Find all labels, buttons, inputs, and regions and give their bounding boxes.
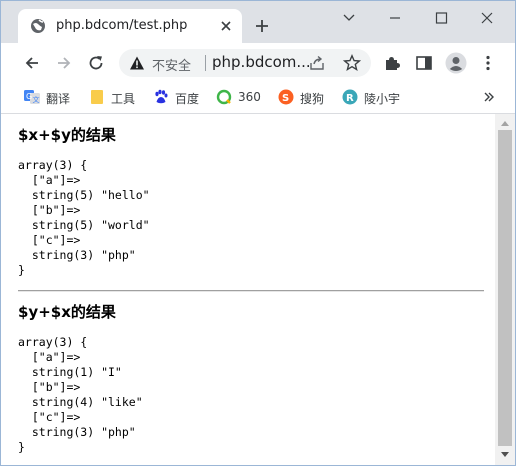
scrollbar-thumb[interactable] bbox=[498, 130, 512, 446]
var-dump-output: array(3) { ["a"]=> string(1) "I" ["b"]=>… bbox=[18, 335, 143, 454]
svg-text:文: 文 bbox=[33, 95, 40, 104]
tab-active[interactable]: php.bdcom/test.php bbox=[18, 9, 242, 43]
omnibox-divider bbox=[205, 55, 206, 71]
scroll-up-arrow-icon[interactable] bbox=[500, 119, 510, 127]
chevron-down-icon[interactable] bbox=[339, 9, 359, 27]
section-heading: $y+$x的结果 bbox=[18, 303, 116, 321]
bookmark-label: 百度 bbox=[175, 92, 200, 106]
bookmark-label: 翻译 bbox=[46, 92, 71, 106]
svg-text:G: G bbox=[26, 92, 32, 101]
baidu-paw-icon bbox=[155, 89, 168, 104]
back-arrow-icon[interactable] bbox=[23, 54, 41, 72]
360-icon bbox=[216, 89, 232, 105]
toolbar: 不安全 php.bdcom... bbox=[1, 43, 515, 83]
forward-arrow-icon[interactable] bbox=[55, 54, 73, 72]
bookmark-label: 陵小宇 bbox=[364, 92, 401, 106]
puzzle-icon[interactable] bbox=[383, 54, 401, 72]
plus-icon[interactable] bbox=[253, 17, 271, 35]
site-icon: R bbox=[342, 89, 358, 105]
tab-strip: php.bdcom/test.php bbox=[1, 1, 515, 43]
var-dump-output: array(3) { ["a"]=> string(5) "hello" ["b… bbox=[18, 158, 150, 277]
share-icon[interactable] bbox=[309, 55, 325, 71]
vertical-scrollbar[interactable] bbox=[495, 114, 515, 465]
close-icon[interactable] bbox=[218, 18, 234, 34]
chevron-double-right-icon[interactable] bbox=[483, 89, 495, 105]
bookmark-folder-tools[interactable]: 工具 bbox=[89, 89, 141, 107]
bookmark-translate[interactable]: G 文 翻译 bbox=[24, 89, 76, 107]
browser-window: php.bdcom/test.php 不安全 php.bdcom... G 文 … bbox=[0, 0, 516, 466]
tab-title: php.bdcom/test.php bbox=[56, 18, 188, 33]
minimize-icon[interactable] bbox=[385, 9, 405, 27]
translate-icon: G 文 bbox=[24, 90, 40, 104]
side-panel-icon[interactable] bbox=[415, 54, 433, 72]
page-viewport: $x+$y的结果 array(3) { ["a"]=> string(5) "h… bbox=[1, 114, 495, 465]
warning-triangle-icon[interactable] bbox=[129, 55, 145, 71]
bookmark-label: 360 bbox=[238, 90, 261, 104]
bookmark-label: 工具 bbox=[111, 92, 136, 106]
bookmarks-bar: G 文 翻译 工具 百度 360 S 搜狗 R 陵小宇 bbox=[1, 83, 515, 114]
reload-icon[interactable] bbox=[87, 54, 105, 72]
address-bar[interactable]: 不安全 php.bdcom... bbox=[119, 49, 371, 77]
security-label[interactable]: 不安全 bbox=[152, 55, 191, 74]
window-close-icon[interactable] bbox=[477, 9, 497, 27]
bookmark-sogou[interactable]: S 搜狗 bbox=[278, 89, 330, 107]
sogou-icon: S bbox=[278, 89, 294, 105]
svg-text:R: R bbox=[346, 93, 354, 104]
section-heading: $x+$y的结果 bbox=[18, 126, 116, 144]
folder-icon bbox=[91, 90, 103, 104]
url-text[interactable]: php.bdcom... bbox=[212, 53, 311, 71]
bookmark-baidu[interactable]: 百度 bbox=[153, 89, 205, 107]
profile-icon[interactable] bbox=[445, 52, 467, 74]
svg-text:S: S bbox=[282, 93, 289, 104]
maximize-icon[interactable] bbox=[431, 9, 451, 27]
bookmark-label: 搜狗 bbox=[300, 92, 325, 106]
scroll-down-arrow-icon[interactable] bbox=[500, 451, 510, 459]
kebab-menu-icon[interactable] bbox=[479, 54, 497, 72]
globe-icon bbox=[31, 19, 45, 33]
horizontal-rule bbox=[18, 290, 484, 292]
bookmark-lingxiaoyu[interactable]: R 陵小宇 bbox=[342, 89, 408, 107]
star-icon[interactable] bbox=[343, 54, 361, 72]
bookmark-360[interactable]: 360 bbox=[216, 89, 262, 107]
